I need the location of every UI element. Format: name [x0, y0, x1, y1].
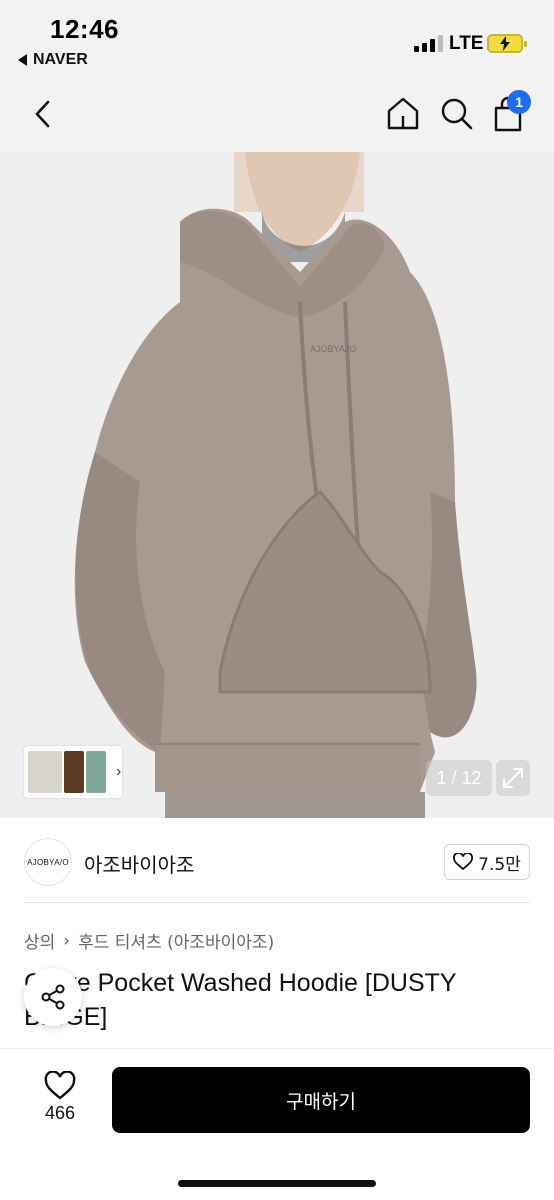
- expand-image-button[interactable]: [496, 760, 530, 796]
- wishlist-count: 466: [44, 1103, 76, 1123]
- network-type: LTE: [449, 33, 484, 54]
- status-bar: 12:46 NAVER LTE: [0, 0, 554, 80]
- heart-icon: [44, 1071, 76, 1100]
- top-navigation-bar: 1: [0, 80, 554, 152]
- breadcrumb-subcategory[interactable]: 후드 티셔츠 (아조바이아조): [78, 928, 274, 953]
- home-icon: [387, 97, 419, 130]
- bottom-action-bar: 466 구매하기: [0, 1048, 554, 1200]
- expand-icon: [503, 768, 523, 788]
- chevron-right-icon: ›: [63, 930, 71, 951]
- hoodie-photo: AJOBYAJO: [0, 152, 554, 818]
- cellular-signal-icon: [414, 34, 443, 52]
- back-app-label: NAVER: [33, 51, 88, 68]
- wishlist-button[interactable]: 466: [30, 1071, 90, 1135]
- svg-text:AJOBYAJO: AJOBYAJO: [310, 344, 356, 354]
- divider: [24, 902, 530, 903]
- brand-row: AJOBYA/O 아조바이아조 7.5만: [0, 818, 554, 906]
- share-icon: [41, 984, 65, 1010]
- brand-like-count: 7.5만: [478, 854, 521, 875]
- brand-logo[interactable]: AJOBYA/O: [24, 838, 72, 886]
- breadcrumb: 상의 › 후드 티셔츠 (아조바이아조): [24, 928, 274, 954]
- back-button[interactable]: [28, 94, 56, 134]
- home-button[interactable]: [384, 94, 422, 134]
- brand-like-button[interactable]: 7.5만: [444, 844, 530, 880]
- image-page-counter: 1 / 12: [426, 760, 492, 796]
- search-icon: [441, 98, 473, 130]
- back-to-app-link[interactable]: NAVER: [18, 51, 88, 69]
- thumbnail-strip[interactable]: ›: [24, 746, 122, 798]
- brand-name[interactable]: 아조바이아조: [84, 849, 194, 878]
- breadcrumb-category[interactable]: 상의: [24, 928, 55, 953]
- thumbnail-green[interactable]: [86, 751, 106, 793]
- cart-button[interactable]: 1: [491, 90, 531, 134]
- home-indicator: [178, 1180, 376, 1187]
- product-image[interactable]: AJOBYAJO › 1 / 12: [0, 152, 554, 818]
- cart-count-badge: 1: [507, 90, 531, 114]
- battery-charging-icon: [487, 34, 527, 53]
- thumbnail-brown[interactable]: [64, 751, 84, 793]
- back-triangle-icon: [18, 54, 27, 66]
- buy-button[interactable]: 구매하기: [112, 1067, 530, 1133]
- chevron-left-icon: [35, 100, 50, 128]
- chevron-right-icon[interactable]: ›: [116, 763, 121, 781]
- share-button[interactable]: [24, 968, 82, 1026]
- clock: 12:46: [50, 14, 119, 44]
- product-title: Curve Pocket Washed Hoodie [DUSTY BEIGE]: [24, 969, 457, 1031]
- search-button[interactable]: [438, 94, 476, 134]
- heart-icon: [453, 853, 474, 871]
- thumbnail-beige[interactable]: [28, 751, 62, 793]
